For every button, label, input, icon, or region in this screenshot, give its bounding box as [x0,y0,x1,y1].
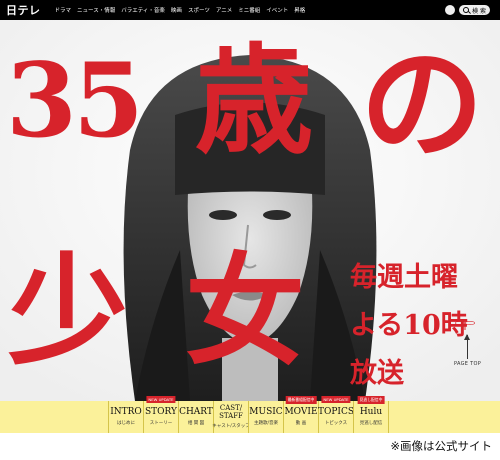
header-actions: 検 索 [445,5,490,15]
menu-item-music[interactable]: MUSIC 主題歌/音楽 [248,401,283,433]
search-label: 検 索 [472,7,486,15]
title-no: の [360,32,485,177]
menu-item-intro[interactable]: INTRO はじめに [108,401,143,433]
menu-sub: 見逃し配信 [359,421,383,426]
menu-label: MOVIE [284,407,318,417]
menu-label: CHART [179,407,213,417]
site-header: 日テレ ドラマ ニュース・情報 バラエティ・音楽 映画 スポーツ アニメ ミニ番… [0,0,500,20]
hero-visual: 35 歳 の 少 女 毎週土曜 よる10時 放送 PAGE TOP [0,20,500,401]
page-top-button[interactable]: PAGE TOP [454,334,482,367]
schedule-line-3: 放送 [350,358,404,389]
new-update-badge: NEW UPDATE [321,396,351,403]
nav-item-variety[interactable]: バラエティ・音楽 [121,6,165,14]
program-menu: INTRO はじめに NEW UPDATE STORY ストーリー CHART … [108,396,389,433]
page-top-label: PAGE TOP [454,361,482,367]
nav-item-movie[interactable]: 映画 [171,6,182,14]
nav-item-other[interactable]: 昇格 [294,6,305,14]
menu-label: MUSIC [249,407,283,417]
title-35: 35 [6,41,144,161]
menu-label: TOPICS [317,407,355,417]
title-shou: 少 [8,241,128,382]
new-update-badge: NEW UPDATE [146,396,176,403]
menu-sub: 主題歌/音楽 [253,421,279,426]
site-logo[interactable]: 日テレ [6,2,41,18]
menu-sub: はじめに [117,421,135,426]
menu-item-topics[interactable]: NEW UPDATE TOPICS トピックス [317,396,355,433]
schedule-line-2: よる10時 [350,310,468,341]
menu-item-movie[interactable]: 最新番組配信中 MOVIE 動 画 [283,396,318,433]
menu-item-story[interactable]: NEW UPDATE STORY ストーリー [143,396,178,433]
menu-item-cast-staff[interactable]: CAST/ STAFF キャスト/スタッフ [212,401,250,433]
search-icon [463,7,470,13]
menu-sub: ストーリー [149,421,173,426]
menu-sub: キャスト/スタッフ [212,423,250,429]
dragonfly-icon [455,320,475,330]
menu-sub: 相 関 図 [187,421,205,426]
global-nav: ドラマ ニュース・情報 バラエティ・音楽 映画 スポーツ アニメ ミニ番組 イベ… [55,6,306,14]
menu-sub: 動 画 [295,421,307,426]
nav-item-anime[interactable]: アニメ [216,6,232,14]
nav-item-event[interactable]: イベント [266,6,288,14]
streaming-badge: 見逃し配信中 [357,396,385,404]
schedule-line-1: 毎週土曜 [350,262,458,293]
title-jo: 女 [185,241,305,382]
menu-label: INTRO [110,407,142,417]
search-button[interactable]: 検 索 [459,5,490,15]
menu-label: CAST/ STAFF [219,404,243,420]
streaming-badge: 最新番組配信中 [285,396,317,404]
menu-label: STORY [145,407,177,417]
title-sai: 歳 [195,31,314,170]
nav-item-news[interactable]: ニュース・情報 [77,6,115,14]
nav-item-mini[interactable]: ミニ番組 [238,6,260,14]
menu-item-chart[interactable]: CHART 相 関 図 [178,401,213,433]
image-credit-caption: ※画像は公式サイト [390,439,492,453]
menu-label: Hulu [359,407,383,417]
menu-sub: トピックス [324,421,348,426]
menu-item-hulu[interactable]: 見逃し配信中 Hulu 見逃し配信 [353,396,389,433]
nav-item-drama[interactable]: ドラマ [55,6,72,14]
menu-circle-button[interactable] [445,5,456,15]
program-menu-bar: INTRO はじめに NEW UPDATE STORY ストーリー CHART … [0,396,500,433]
arrow-up-icon [464,334,471,359]
nav-item-sports[interactable]: スポーツ [188,6,210,14]
